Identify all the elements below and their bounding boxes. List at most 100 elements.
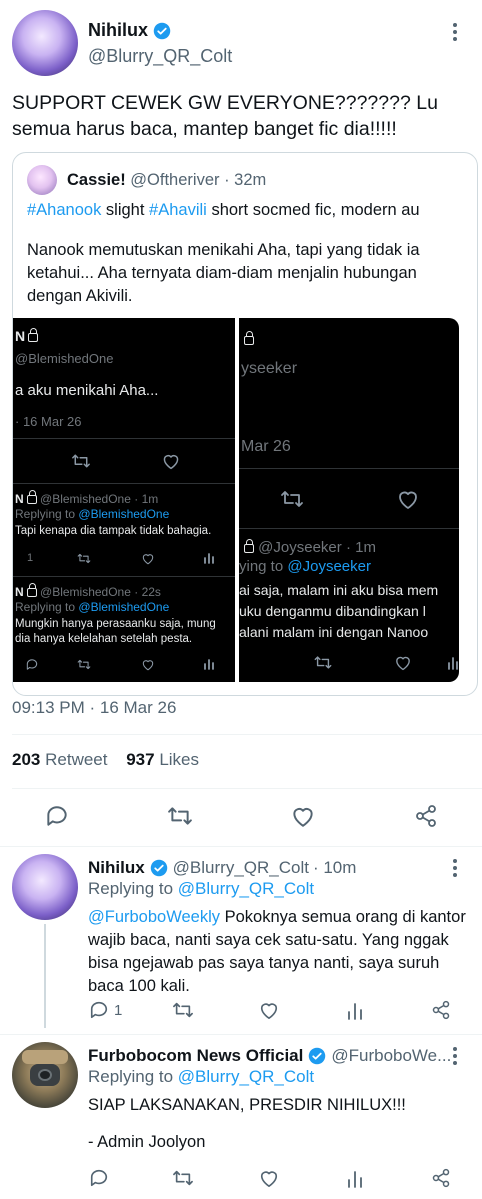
reply-button[interactable]: 1 [88,1000,122,1020]
ss-right-reply-replying: ying to @Joyseeker [239,558,371,575]
reply2-text2: - Admin Joolyon [88,1133,206,1151]
ss-left-reply1-replying: Replying to @BlemishedOne [15,507,170,521]
share-button[interactable] [413,804,439,828]
quoted-text-line1: #Ahanook slight #Ahavili short socmed fi… [27,201,420,220]
mention-link[interactable]: @FurboboWeekly [88,908,220,926]
verified-badge-icon [308,1047,326,1065]
replying-to-link[interactable]: @Blurry_QR_Colt [178,879,314,898]
reply-button[interactable] [88,1168,110,1188]
ss-right-reply-line1: ai saja, malam ini aku bisa mem [239,582,439,598]
tweet-text: SUPPORT CEWEK GW EVERYONE??????? Lu semu… [12,92,438,140]
more-options-icon[interactable] [451,22,459,42]
ss-left-text: a aku menikahi Aha... [15,382,159,399]
likes-count: 937 [126,750,155,769]
reply2-avatar[interactable] [12,1042,78,1108]
replying-to-link[interactable]: @Blurry_QR_Colt [178,1067,314,1086]
views-icon[interactable] [346,1002,364,1020]
verified-badge-icon [150,859,168,877]
quoted-time: · 32m [224,171,267,189]
reply1-reply-count: 1 [114,1001,123,1019]
reply-button[interactable] [44,804,70,828]
likes-label: Likes [159,750,200,769]
author-name-row[interactable]: Nihilux [88,20,171,41]
reply1-text: @FurboboWeekly Pokoknya semua orang di k… [88,906,472,998]
lock-icon [244,538,254,553]
reply1-replying-to: Replying to @Blurry_QR_Colt [88,879,315,898]
hashtag-ahanook[interactable]: #Ahanook [27,201,101,219]
more-options-icon[interactable] [451,1046,459,1066]
retweet-stat[interactable]: 203 Retweet [12,750,112,769]
reply1-handle[interactable]: @Blurry_QR_Colt [173,858,309,878]
ss-left-like-icon [161,452,181,470]
more-options-icon[interactable] [451,858,459,878]
retweet-button[interactable] [172,1000,194,1020]
author-avatar[interactable] [12,10,78,76]
quoted-author-name[interactable]: Cassie! [67,171,126,189]
lock-icon [26,490,37,505]
retweet-button[interactable] [166,804,194,828]
ss-right-reply-line2: uku denganmu dibandingkan l [239,603,426,619]
ss-left-reply1-actions: 1 [17,552,233,568]
quoted-body: Nanook memutuskan menikahi Aha, tapi yan… [27,241,420,305]
like-button[interactable] [290,804,316,828]
ss-left-reply2-header: N @BlemishedOne · 22s [15,583,161,599]
lock-icon [28,327,39,342]
reply2-replying-to: Replying to @Blurry_QR_Colt [88,1067,315,1086]
ss-left-handle: @BlemishedOne [15,351,114,366]
reply2-header: Furbobocom News Official @FurboboWe... [88,1046,451,1066]
like-button[interactable] [258,1168,280,1188]
likes-stat[interactable]: 937 Likes [126,750,199,769]
ss-right-date: Mar 26 [241,438,291,455]
ss-left-retweet-icon [71,452,91,470]
ss-left-reply2-replying: Replying to @BlemishedOne [15,600,170,614]
ss-left-reply2-text1: Mungkin hanya perasaanku saja, mung [15,618,216,630]
ss-right-lock [241,331,254,350]
screenshot-image-left[interactable]: N @BlemishedOne a aku menikahi Aha... · … [13,318,235,682]
reply1-actions: 1 [88,1000,468,1024]
quoted-header: Cassie! @Oftheriver · 32m [67,171,266,190]
like-button[interactable] [258,1000,280,1020]
reply1-name[interactable]: Nihilux [88,858,145,878]
retweet-label: Retweet [45,750,108,769]
author-name[interactable]: Nihilux [88,20,148,41]
ss-right-retweet-icon [279,488,305,510]
quoted-rest: short socmed fic, modern au [211,201,420,219]
reply2-text1: SIAP LAKSANAKAN, PRESDIR NIHILUX!!! [88,1096,406,1114]
ss-right-reply-line3: alani malam ini dengan Nanoo [239,624,429,640]
ss-left-reply1-count: 1 [27,552,34,564]
share-button[interactable] [430,1168,452,1188]
reply1-header: Nihilux @Blurry_QR_Colt · 10m [88,858,356,878]
share-button[interactable] [430,1000,452,1020]
ss-left-date: · 16 Mar 26 [15,414,82,429]
ss-left-reply2-actions [17,658,233,674]
views-icon[interactable] [346,1170,364,1188]
reply2-handle[interactable]: @FurboboWe... [331,1046,451,1066]
retweet-button[interactable] [172,1168,194,1188]
ss-right-handle: yseeker [241,360,298,377]
reply2-name[interactable]: Furbobocom News Official [88,1046,303,1066]
hashtag-ahavili[interactable]: #Ahavili [149,201,207,219]
ss-left-reply1-header: N @BlemishedOne · 1m [15,490,159,506]
quoted-word: slight [105,201,145,219]
reply1-time: · 10m [312,858,357,877]
ss-left-reply2-text2: dia hanya kelelahan setelah pesta. [15,633,193,645]
thread-connector [44,924,46,1028]
reply2-actions [88,1168,468,1192]
ss-right-like-icon [395,488,421,510]
ss-right-reply-actions [239,654,459,672]
quoted-author-handle[interactable]: @Oftheriver [130,171,219,189]
screenshot-image-right[interactable]: yseeker Mar 26 @Joyseeker · 1m ying to @… [239,318,459,682]
author-handle[interactable]: @Blurry_QR_Colt [88,46,232,67]
tweet-timestamp[interactable]: 09:13 PM · 16 Mar 26 [12,698,176,718]
ss-left-name: N [15,327,39,344]
ss-right-reply-header: @Joyseeker · 1m [241,538,376,556]
quoted-tweet-card[interactable]: Cassie! @Oftheriver · 32m #Ahanook sligh… [12,152,478,696]
reply1-avatar[interactable] [12,854,78,920]
ss-left-reply1-text: Tapi kenapa dia tampak tidak bahagia. [15,525,212,537]
lock-icon [26,583,37,598]
lock-icon [244,331,254,346]
tweet-stats: 203 Retweet 937 Likes [12,750,199,770]
verified-badge-icon [153,22,171,40]
quoted-author-avatar[interactable] [27,165,57,195]
retweet-count: 203 [12,750,41,769]
